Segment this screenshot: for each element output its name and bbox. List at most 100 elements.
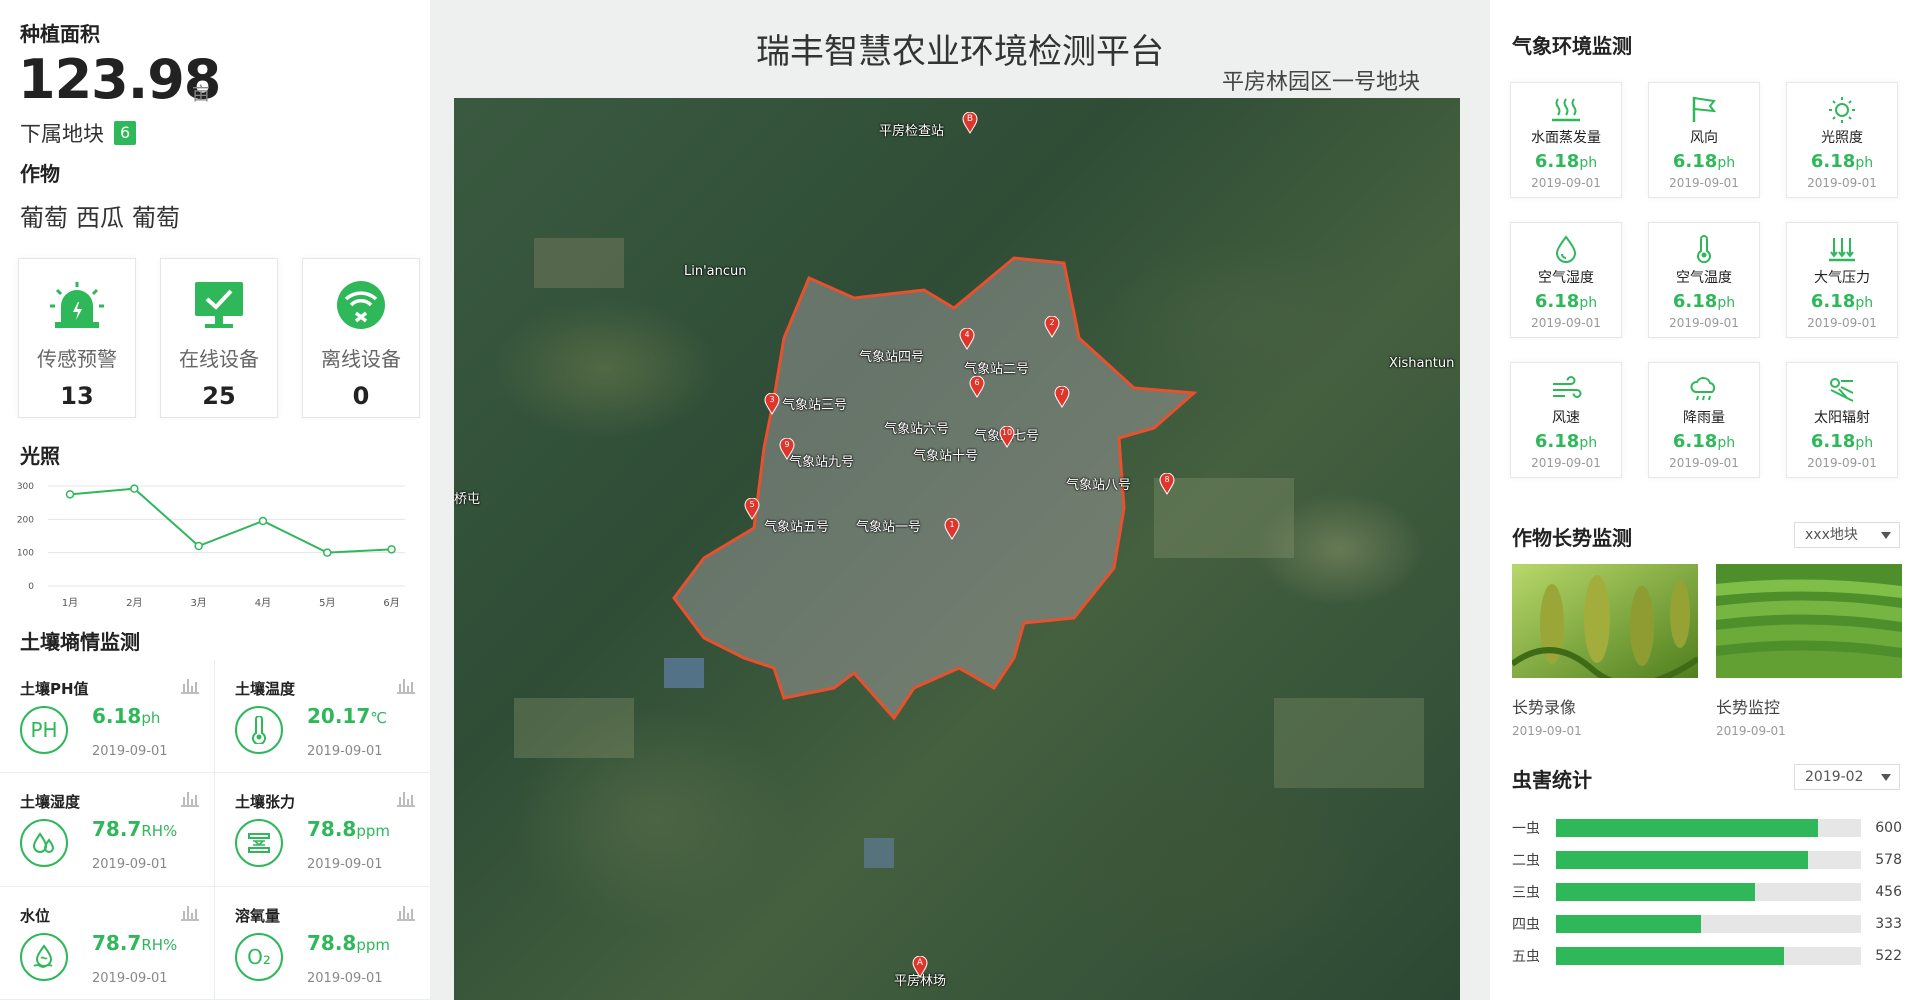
station-label: 气象站四号	[859, 350, 925, 365]
light-data-point[interactable]	[258, 516, 268, 526]
soil-card-ph[interactable]: 土壤PH值 PH 6.18ph 2019-09-01	[0, 660, 215, 774]
map-pin-icon[interactable]: 8	[1159, 472, 1175, 495]
crop-title: 作物	[20, 162, 60, 186]
soil-card-oxygen[interactable]: 溶氧量 O₂ 78.8ppm 2019-09-01	[215, 886, 430, 1000]
bar-chart-icon[interactable]	[396, 789, 416, 808]
bar-chart-icon[interactable]	[180, 903, 200, 921]
map-marker-letter: A	[916, 958, 924, 968]
pest-category-label: 四虫	[1512, 917, 1540, 933]
station-label: 气象站九号	[789, 455, 855, 470]
map-pin-icon[interactable]: 7	[1054, 385, 1070, 408]
light-data-point[interactable]	[387, 545, 396, 554]
value-number: 78.7	[92, 930, 142, 955]
value-unit: ph	[1717, 155, 1736, 171]
soil-card-date: 2019-09-01	[307, 857, 383, 873]
weather-card-rainfall[interactable]: 降雨量 6.18ph 2019-09-01	[1648, 362, 1760, 478]
x-tick-label: 2月	[126, 597, 142, 609]
light-line-chart: 0 100 200 300 1月 2月 3月 4月 5月 6月	[17, 482, 405, 609]
growth-video[interactable]: 长势录像 2019-09-01	[1510, 564, 1700, 738]
pest-bar[interactable]	[1555, 915, 1702, 933]
growth-item-date: 2019-09-01	[1512, 724, 1582, 738]
map-pin-icon[interactable]: 1	[944, 517, 960, 540]
plot-boundary[interactable]	[454, 98, 1460, 1000]
pest-category-label: 一虫	[1512, 821, 1540, 837]
pest-row: 三虫 456	[1512, 876, 1902, 908]
light-data-point[interactable]	[323, 548, 332, 557]
month-select[interactable]: 2019-02	[1794, 764, 1900, 790]
weather-card-value: 6.18ph	[1535, 291, 1597, 312]
bar-chart-icon[interactable]	[396, 903, 416, 921]
map-pin-icon[interactable]: 5	[744, 497, 760, 520]
pest-bar[interactable]	[1555, 851, 1808, 869]
pest-bar[interactable]	[1555, 883, 1755, 901]
weather-card-wind-direction[interactable]: 风向 6.18ph 2019-09-01	[1648, 82, 1760, 198]
map-pin-number: 4	[964, 330, 970, 339]
soil-card-temperature[interactable]: 土壤温度 20.17℃ 2019-09-01	[215, 660, 430, 774]
plot-select[interactable]: xxx地块	[1794, 522, 1900, 548]
bar-chart-icon[interactable]	[396, 676, 416, 694]
weather-card-evaporation[interactable]: 水面蒸发量 6.18ph 2019-09-01	[1510, 82, 1622, 198]
soil-card-humidity[interactable]: 土壤湿度 78.7RH% 2019-09-01	[0, 773, 215, 887]
satellite-map[interactable]: 1 气象站一号 2 气象站二号 3 气象站三号 4 气象站四号 5 气象站五号 6 气象站六号 7 气象站…	[454, 98, 1460, 1000]
pest-bar[interactable]	[1555, 947, 1784, 965]
light-data-point[interactable]	[194, 541, 203, 551]
status-card-online[interactable]: 在线设备 25	[160, 258, 278, 418]
pest-bar[interactable]	[1555, 819, 1818, 837]
sun-icon	[1829, 97, 1855, 123]
status-card-warning[interactable]: 传感预警 13	[18, 258, 136, 418]
water-level-icon	[20, 932, 68, 981]
status-card-label: 在线设备	[179, 347, 259, 371]
light-data-point[interactable]	[130, 484, 139, 493]
pest-category-label: 三虫	[1512, 885, 1540, 901]
sub-plots-badge[interactable]: 6	[114, 121, 137, 145]
ph-icon: PH	[20, 706, 68, 754]
bar-chart-icon[interactable]	[180, 789, 200, 808]
weather-card-air-humidity[interactable]: 空气湿度 6.18ph 2019-09-01	[1510, 222, 1622, 338]
chevron-down-icon	[1881, 532, 1891, 539]
soil-card-tension[interactable]: 土壤张力 78.8ppm 2019-09-01	[215, 773, 430, 887]
map-pin-icon[interactable]: 3	[764, 392, 780, 415]
light-series-line	[69, 487, 392, 554]
light-data-point[interactable]	[65, 490, 75, 499]
y-tick-label: 0	[28, 582, 34, 592]
soil-card-water-level[interactable]: 水位 78.7RH% 2019-09-01	[0, 886, 215, 1000]
status-card-offline[interactable]: 离线设备 0	[302, 258, 420, 418]
value-unit: ph	[1855, 435, 1874, 451]
weather-card-label: 水面蒸发量	[1531, 130, 1601, 146]
growth-items: 长势录像 2019-09-01 长势监控 2019-09-01	[1510, 564, 1902, 738]
value-number: 6.18	[1672, 151, 1718, 172]
bar-chart-icon[interactable]	[180, 676, 200, 694]
value-unit: ph	[1717, 295, 1736, 311]
map-pin-icon[interactable]: 2	[1044, 315, 1060, 338]
soil-card-value: 78.7RH%	[92, 931, 177, 955]
weather-card-wind-speed[interactable]: 风速 6.18ph 2019-09-01	[1510, 362, 1622, 478]
weather-card-pressure[interactable]: 大气压力 6.18ph 2019-09-01	[1786, 222, 1898, 338]
map-pin-number: 2	[1049, 318, 1055, 327]
pest-bar-track	[1555, 819, 1862, 837]
status-card-value: 13	[60, 382, 94, 410]
pest-row: 五虫 522	[1512, 940, 1902, 972]
growth-monitor[interactable]: 长势监控 2019-09-01	[1716, 564, 1902, 738]
weather-card-solar-radiation[interactable]: 太阳辐射 6.18ph 2019-09-01	[1786, 362, 1898, 478]
soil-card-date: 2019-09-01	[92, 970, 168, 986]
weather-card-date: 2019-09-01	[1669, 176, 1739, 190]
map-marker-icon[interactable]: B	[962, 111, 978, 134]
soil-card-value: 78.8ppm	[307, 817, 390, 841]
weather-card-date: 2019-09-01	[1669, 316, 1739, 330]
soil-grid: 土壤PH值 PH 6.18ph 2019-09-01 土壤温度 20.17℃ 2…	[0, 660, 430, 1000]
ph-icon-text: PH	[30, 718, 58, 742]
center-panel: 瑞丰智慧农业环境检测平台 平房林园区一号地块 1 气象站一号 2 气象站二号 3 气象站三…	[430, 0, 1490, 1000]
map-pin-icon[interactable]: 4	[959, 327, 975, 350]
map-pin-number: 5	[749, 500, 755, 509]
left-panel: 种植面积 123.98 亩 下属地块 6 作物 葡萄 西瓜 葡萄 传感预警 13…	[0, 0, 430, 1000]
weather-card-air-temperature[interactable]: 空气温度 6.18ph 2019-09-01	[1648, 222, 1760, 338]
value-number: 6.18	[1810, 291, 1856, 312]
weather-card-illuminance[interactable]: 光照度 6.18ph 2019-09-01	[1786, 82, 1898, 198]
soil-card-date: 2019-09-01	[92, 744, 168, 759]
value-unit: ph	[1717, 435, 1736, 451]
dashboard: 种植面积 123.98 亩 下属地块 6 作物 葡萄 西瓜 葡萄 传感预警 13…	[0, 0, 1920, 1000]
map-marker-icon[interactable]: A	[912, 955, 928, 978]
map-pin-icon[interactable]: 10	[999, 425, 1015, 448]
value-number: 78.8	[307, 930, 357, 955]
map-pin-icon[interactable]: 6	[969, 375, 985, 398]
